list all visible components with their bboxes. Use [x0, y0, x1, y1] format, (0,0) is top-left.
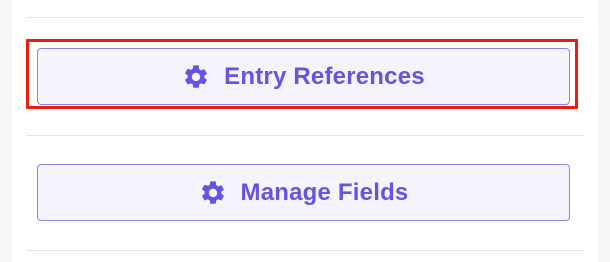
entry-references-button[interactable]: Entry References: [37, 48, 570, 105]
gear-icon: [199, 179, 227, 207]
manage-fields-label: Manage Fields: [240, 178, 409, 206]
divider: [26, 17, 584, 18]
divider: [26, 250, 584, 251]
gear-icon: [182, 63, 210, 91]
settings-panel: [12, 0, 598, 262]
manage-fields-button[interactable]: Manage Fields: [37, 164, 570, 221]
divider: [26, 135, 584, 136]
entry-references-label: Entry References: [224, 62, 425, 90]
